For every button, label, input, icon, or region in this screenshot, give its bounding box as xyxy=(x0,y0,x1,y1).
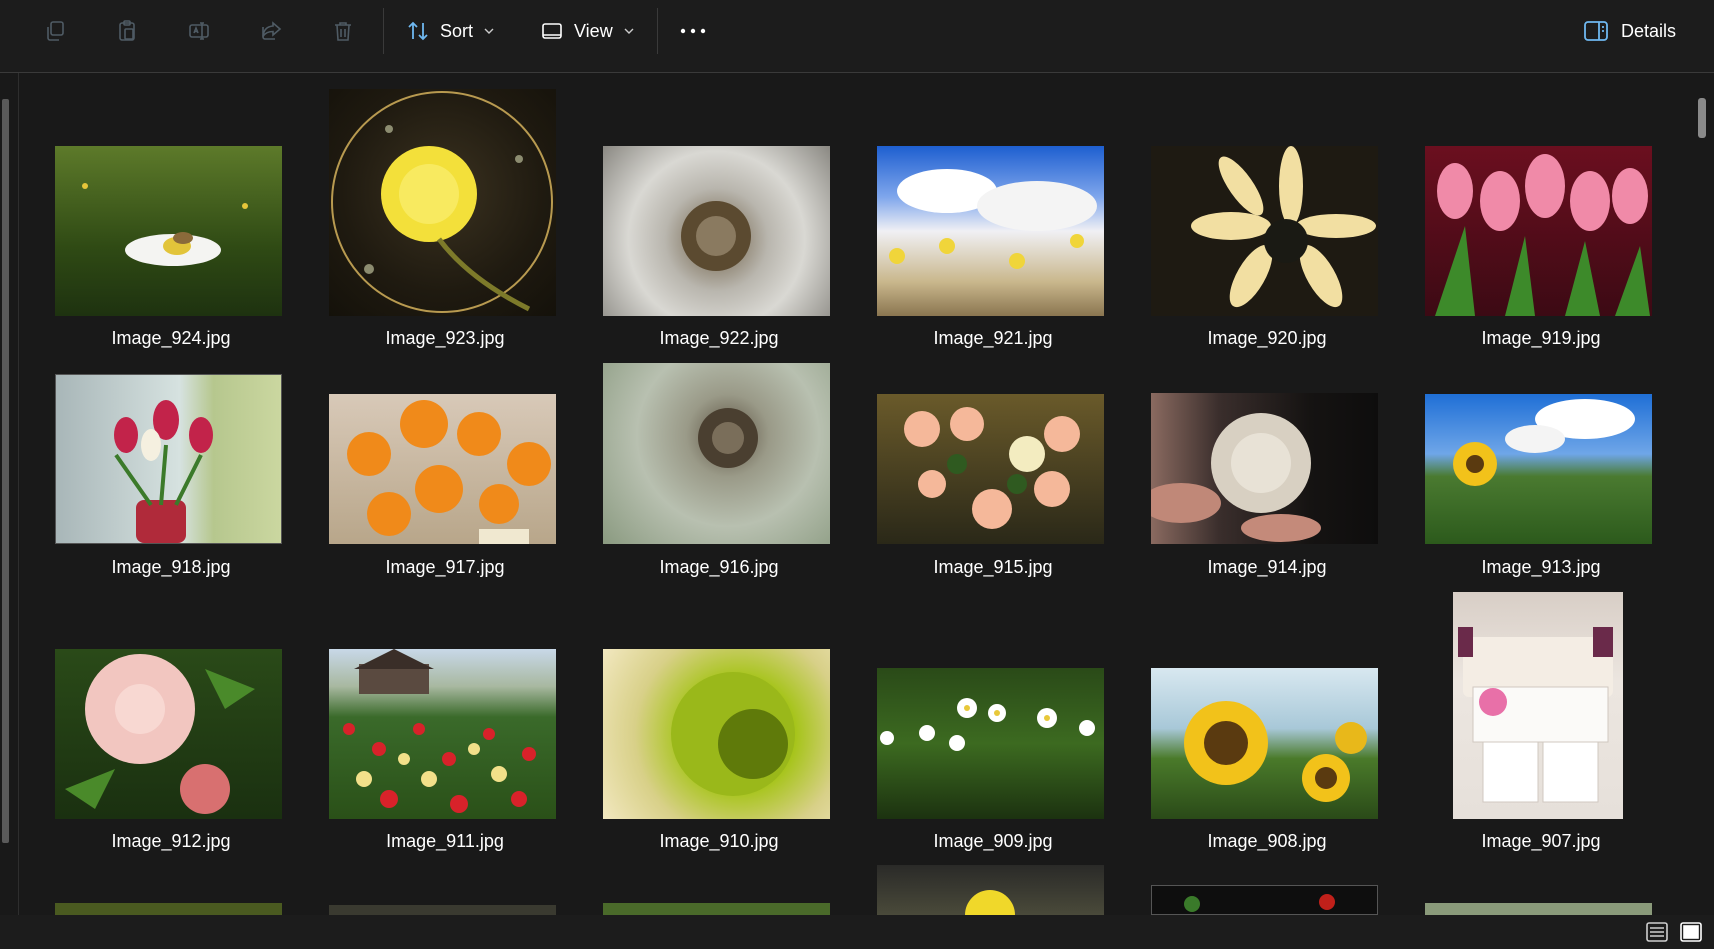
more-options-button[interactable] xyxy=(676,14,710,48)
file-name[interactable]: Image_912.jpg xyxy=(34,831,308,852)
file-thumbnail[interactable] xyxy=(603,363,830,544)
more-icon xyxy=(680,28,706,34)
file-thumbnail[interactable] xyxy=(1425,394,1652,544)
file-thumbnail[interactable] xyxy=(1151,393,1378,544)
file-thumbnail[interactable] xyxy=(329,394,556,544)
file-thumbnail[interactable] xyxy=(877,146,1104,316)
file-thumbnail[interactable] xyxy=(1425,146,1652,316)
file-thumbnail[interactable] xyxy=(603,146,830,316)
file-thumbnail[interactable] xyxy=(1151,668,1378,819)
view-label: View xyxy=(574,20,613,41)
file-name[interactable]: Image_920.jpg xyxy=(1130,328,1404,349)
file-thumbnail[interactable] xyxy=(877,668,1104,819)
copy-icon[interactable] xyxy=(38,14,72,48)
status-bar xyxy=(0,915,1714,949)
file-name[interactable]: Image_913.jpg xyxy=(1404,557,1678,578)
file-name[interactable]: Image_922.jpg xyxy=(582,328,856,349)
chevron-down-icon xyxy=(484,28,494,34)
file-thumbnail[interactable] xyxy=(55,146,282,316)
file-name[interactable]: Image_908.jpg xyxy=(1130,831,1404,852)
file-name[interactable]: Image_923.jpg xyxy=(308,328,582,349)
file-name[interactable]: Image_909.jpg xyxy=(856,831,1130,852)
navigation-scrollbar[interactable] xyxy=(2,99,9,843)
file-name[interactable]: Image_914.jpg xyxy=(1130,557,1404,578)
file-name[interactable]: Image_915.jpg xyxy=(856,557,1130,578)
file-name[interactable]: Image_918.jpg xyxy=(34,557,308,578)
large-icons-view-icon[interactable] xyxy=(1678,919,1704,945)
file-thumbnail[interactable] xyxy=(329,905,556,915)
pane-divider xyxy=(18,73,19,915)
file-thumbnail[interactable] xyxy=(55,649,282,819)
command-bar: Sort View Details xyxy=(0,0,1714,73)
chevron-down-icon xyxy=(624,28,634,34)
sort-label: Sort xyxy=(440,20,474,41)
file-name[interactable]: Image_919.jpg xyxy=(1404,328,1678,349)
file-thumbnail[interactable] xyxy=(329,89,556,316)
share-icon[interactable] xyxy=(254,14,288,48)
file-name[interactable]: Image_916.jpg xyxy=(582,557,856,578)
file-thumbnail[interactable] xyxy=(1453,592,1623,819)
details-pane-button[interactable]: Details xyxy=(1583,14,1676,48)
rename-icon[interactable] xyxy=(182,14,216,48)
file-name[interactable]: Image_924.jpg xyxy=(34,328,308,349)
file-name[interactable]: Image_910.jpg xyxy=(582,831,856,852)
file-thumbnail[interactable] xyxy=(877,394,1104,544)
navigation-pane-scroll[interactable] xyxy=(0,73,10,915)
file-thumbnail[interactable] xyxy=(55,374,282,544)
file-thumbnail[interactable] xyxy=(603,903,830,915)
sort-icon xyxy=(408,21,428,41)
file-thumbnail[interactable] xyxy=(1151,885,1378,915)
file-name[interactable]: Image_907.jpg xyxy=(1404,831,1678,852)
file-thumbnail[interactable] xyxy=(877,865,1104,915)
toolbar-divider xyxy=(383,8,384,54)
file-thumbnail[interactable] xyxy=(329,649,556,819)
file-thumbnail[interactable] xyxy=(55,903,282,915)
file-thumbnail[interactable] xyxy=(1151,146,1378,316)
view-button[interactable]: View xyxy=(540,14,635,48)
file-name[interactable]: Image_917.jpg xyxy=(308,557,582,578)
details-view-icon[interactable] xyxy=(1644,919,1670,945)
details-label: Details xyxy=(1620,20,1676,41)
file-thumbnail[interactable] xyxy=(603,649,830,819)
file-thumbnail[interactable] xyxy=(1425,903,1652,915)
toolbar-divider xyxy=(657,8,658,54)
view-icon xyxy=(542,23,562,39)
vertical-scrollbar-thumb[interactable] xyxy=(1698,98,1706,138)
paste-icon[interactable] xyxy=(110,14,144,48)
sort-button[interactable]: Sort xyxy=(406,14,495,48)
file-name[interactable]: Image_921.jpg xyxy=(856,328,1130,349)
details-pane-icon xyxy=(1584,21,1608,41)
file-name[interactable]: Image_911.jpg xyxy=(308,831,582,852)
delete-icon[interactable] xyxy=(326,14,360,48)
